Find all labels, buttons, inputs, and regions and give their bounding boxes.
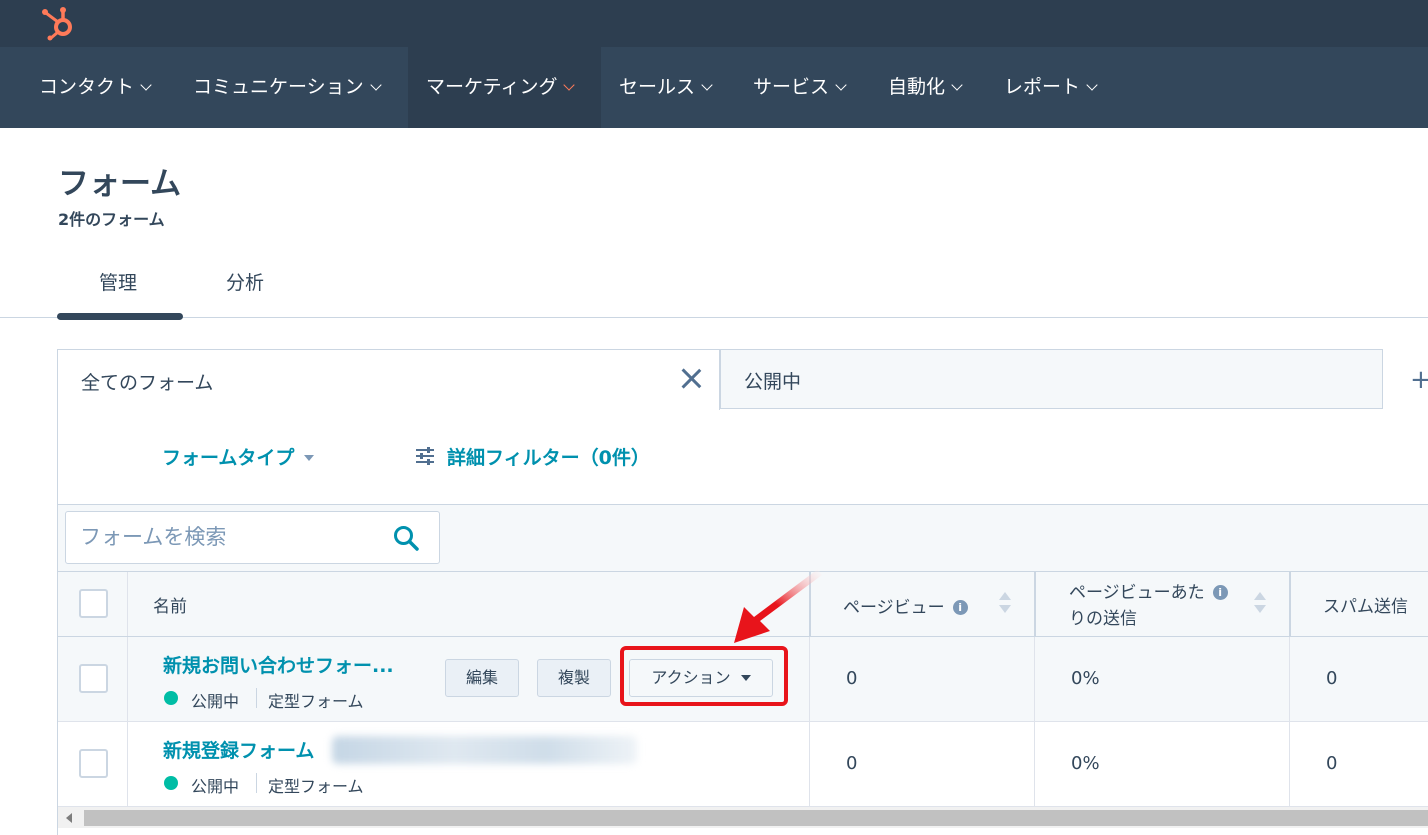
form-type: 定型フォーム — [268, 692, 364, 711]
view-tab-label: 公開中 — [744, 371, 802, 393]
advanced-filters-button[interactable]: 詳細フィルター（0件） — [447, 443, 650, 470]
form-name-link[interactable]: 新規お問い合わせフォー... — [163, 651, 394, 678]
active-tab-indicator — [57, 313, 183, 320]
chevron-down-icon — [835, 79, 847, 91]
redacted-text — [332, 736, 637, 764]
column-divider — [1289, 722, 1290, 806]
column-divider — [1034, 572, 1036, 636]
annotation-highlight-box — [620, 646, 788, 706]
nav-communication[interactable]: コミュニケーション — [193, 47, 394, 128]
chevron-down-icon — [701, 79, 713, 91]
info-icon[interactable]: i — [952, 599, 968, 615]
row-checkbox[interactable] — [79, 664, 108, 693]
column-divider — [1289, 637, 1290, 721]
chevron-down-icon — [369, 79, 382, 91]
column-divider — [809, 722, 810, 806]
scroll-left-icon[interactable] — [66, 813, 72, 823]
nav-label: マーケティング — [426, 76, 558, 98]
caret-down-icon — [304, 455, 315, 461]
nav-marketing[interactable]: マーケティング — [408, 47, 601, 128]
nav-label: サービス — [753, 76, 830, 98]
column-divider — [127, 722, 128, 806]
column-divider — [127, 572, 128, 636]
spam-value: 0 — [1326, 753, 1338, 774]
status-published-icon — [164, 776, 178, 790]
tabs-divider — [0, 317, 1428, 318]
top-bar — [0, 0, 1428, 47]
pageviews-value: 0 — [846, 668, 858, 689]
header-label-line1: ページビューあた i — [1069, 580, 1228, 606]
tab-manage[interactable]: 管理 — [99, 268, 137, 295]
form-type-filter[interactable]: フォームタイプ — [162, 443, 315, 470]
form-count: 2件のフォーム — [58, 210, 165, 229]
column-header-submission-rate[interactable]: ページビューあた i りの送信 — [1069, 580, 1228, 644]
form-name-link[interactable]: 新規登録フォーム — [163, 736, 314, 763]
view-tab-published[interactable]: 公開中 — [720, 349, 1383, 409]
close-icon[interactable] — [678, 365, 704, 391]
search-box[interactable] — [65, 511, 440, 564]
nav-label: レポート — [1004, 76, 1081, 98]
divider — [256, 773, 257, 793]
row-checkbox[interactable] — [79, 749, 108, 778]
annotation-arrow-icon — [734, 569, 822, 643]
nav-service[interactable]: サービス — [753, 47, 859, 128]
nav-contacts[interactable]: コンタクト — [39, 47, 164, 128]
hubspot-logo-icon[interactable] — [38, 5, 76, 41]
pageviews-value: 0 — [846, 753, 858, 774]
select-all-checkbox[interactable] — [79, 589, 108, 618]
chevron-down-icon — [563, 79, 576, 91]
column-divider — [1034, 637, 1035, 721]
nav-label: 自動化 — [888, 76, 946, 98]
view-tab-label: 全てのフォーム — [81, 372, 214, 394]
submission-rate-value: 0% — [1071, 753, 1100, 774]
sort-icon[interactable] — [999, 592, 1011, 614]
column-divider — [809, 637, 810, 721]
column-divider — [127, 637, 128, 721]
edit-button[interactable]: 編集 — [445, 659, 519, 697]
nav-label: コンタクト — [39, 76, 135, 98]
form-status: 公開中 — [191, 692, 240, 711]
search-icon[interactable] — [393, 525, 419, 551]
status-published-icon — [164, 691, 178, 705]
header-label-line2: りの送信 — [1069, 609, 1137, 629]
view-tab-all-forms[interactable]: 全てのフォーム — [57, 349, 720, 411]
chevron-down-icon — [140, 79, 152, 91]
info-icon[interactable]: i — [1212, 584, 1228, 600]
form-status: 公開中 — [191, 777, 240, 796]
divider — [256, 688, 257, 708]
submission-rate-value: 0% — [1071, 668, 1100, 689]
nav-reports[interactable]: レポート — [1004, 47, 1110, 128]
filter-label: フォームタイプ — [162, 447, 295, 469]
spam-value: 0 — [1326, 668, 1338, 689]
header-label: ページビューあた — [1069, 583, 1205, 603]
horizontal-scrollbar[interactable] — [58, 806, 1428, 828]
sort-icon[interactable] — [1254, 592, 1266, 614]
table-row[interactable]: 新規登録フォーム 公開中 定型フォーム 0 0% 0 — [58, 722, 1428, 807]
nav-automation[interactable]: 自動化 — [888, 47, 975, 128]
chevron-down-icon — [1086, 79, 1098, 91]
column-divider — [1034, 722, 1035, 806]
nav-label: コミュニケーション — [193, 76, 364, 98]
sliders-icon — [416, 447, 434, 465]
nav-label: セールス — [619, 76, 696, 98]
form-type: 定型フォーム — [268, 777, 364, 796]
add-view-icon[interactable]: + — [1410, 365, 1428, 395]
nav-sales[interactable]: セールス — [619, 47, 725, 128]
column-divider — [1289, 572, 1291, 636]
main-nav: コンタクト コミュニケーション マーケティング セールス サービス 自動化 レポ… — [0, 47, 1428, 128]
page-title: フォーム — [58, 166, 182, 202]
scrollbar-thumb[interactable] — [84, 810, 1428, 826]
tab-analyze[interactable]: 分析 — [226, 268, 264, 295]
clone-button[interactable]: 複製 — [537, 659, 611, 697]
chevron-down-icon — [951, 79, 963, 91]
search-input[interactable] — [80, 522, 380, 552]
header-label: ページビュー — [843, 598, 945, 618]
